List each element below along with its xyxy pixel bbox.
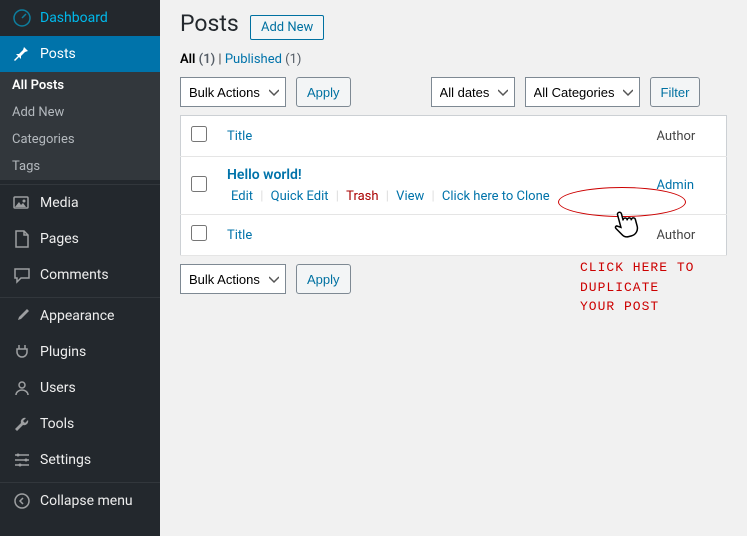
column-title-label-foot: Title xyxy=(227,228,252,243)
sidebar-item-label: Posts xyxy=(40,46,76,62)
column-author-header[interactable]: Author xyxy=(647,116,727,157)
select-all-checkbox[interactable] xyxy=(191,126,207,142)
annotation-line2: YOUR POST xyxy=(580,297,747,317)
filter-published-label: Published xyxy=(225,52,282,67)
tablenav-top: Bulk Actions Apply All dates All Categor… xyxy=(180,77,727,107)
sidebar-item-label: Collapse menu xyxy=(40,493,133,509)
posts-submenu: All Posts Add New Categories Tags xyxy=(0,72,160,180)
trash-link[interactable]: Trash xyxy=(342,189,382,204)
filter-all-count: (1) xyxy=(199,52,216,67)
sidebar-item-label: Dashboard xyxy=(40,10,108,26)
media-icon xyxy=(12,193,32,213)
users-icon xyxy=(12,378,32,398)
sidebar-item-users[interactable]: Users xyxy=(0,370,160,406)
submenu-tags[interactable]: Tags xyxy=(0,153,160,180)
post-title-link[interactable]: Hello world! xyxy=(227,167,302,183)
apply-button-top[interactable]: Apply xyxy=(296,77,351,107)
sidebar-item-posts[interactable]: Posts xyxy=(0,36,160,72)
bulk-actions-select-bottom[interactable]: Bulk Actions xyxy=(180,264,286,294)
sidebar-item-label: Comments xyxy=(40,267,109,283)
submenu-categories[interactable]: Categories xyxy=(0,126,160,153)
column-title-label: Title xyxy=(227,129,252,144)
dashboard-icon xyxy=(12,8,32,28)
annotation-line1: CLICK HERE TO DUPLICATE xyxy=(580,258,747,297)
column-author-foot: Author xyxy=(647,215,727,256)
sidebar-item-label: Appearance xyxy=(40,308,114,324)
sidebar-item-tools[interactable]: Tools xyxy=(0,406,160,442)
view-link[interactable]: View xyxy=(392,189,428,204)
sidebar-item-settings[interactable]: Settings xyxy=(0,442,160,478)
status-filters: All (1) | Published (1) xyxy=(180,52,727,67)
comment-icon xyxy=(12,265,32,285)
pin-icon xyxy=(12,44,32,64)
sidebar-item-label: Pages xyxy=(40,231,79,247)
row-checkbox[interactable] xyxy=(191,176,207,192)
sidebar-item-comments[interactable]: Comments xyxy=(0,257,160,293)
category-filter-select[interactable]: All Categories xyxy=(525,77,640,107)
bulk-actions-select[interactable]: Bulk Actions xyxy=(180,77,286,107)
sidebar-item-appearance[interactable]: Appearance xyxy=(0,298,160,334)
plug-icon xyxy=(12,342,32,362)
table-row: Hello world! Edit | Quick Edit | Trash |… xyxy=(181,157,727,215)
add-new-button[interactable]: Add New xyxy=(250,15,324,40)
date-filter-select[interactable]: All dates xyxy=(431,77,515,107)
filter-button[interactable]: Filter xyxy=(650,77,701,107)
row-actions: Edit | Quick Edit | Trash | View | Click… xyxy=(227,189,637,204)
admin-sidebar: Dashboard Posts All Posts Add New Catego… xyxy=(0,0,160,536)
column-title-header[interactable]: Title xyxy=(217,116,647,157)
main-content: Posts Add New All (1) | Published (1) Bu… xyxy=(160,0,747,536)
sidebar-item-label: Plugins xyxy=(40,344,86,360)
sidebar-item-label: Tools xyxy=(40,416,74,432)
wrench-icon xyxy=(12,414,32,434)
page-icon xyxy=(12,229,32,249)
filter-published-count: (1) xyxy=(285,52,301,67)
clone-link[interactable]: Click here to Clone xyxy=(438,189,554,204)
filter-all-label: All xyxy=(180,52,195,67)
quick-edit-link[interactable]: Quick Edit xyxy=(267,189,333,204)
sidebar-item-pages[interactable]: Pages xyxy=(0,221,160,257)
sliders-icon xyxy=(12,450,32,470)
page-title: Posts xyxy=(180,10,239,37)
sidebar-item-plugins[interactable]: Plugins xyxy=(0,334,160,370)
filter-all[interactable]: All (1) xyxy=(180,52,215,67)
apply-button-bottom[interactable]: Apply xyxy=(296,264,351,294)
sidebar-item-label: Media xyxy=(40,195,79,211)
sidebar-item-label: Users xyxy=(40,380,76,396)
annotation-text: CLICK HERE TO DUPLICATE YOUR POST xyxy=(580,258,747,317)
author-link[interactable]: Admin xyxy=(657,178,695,193)
sidebar-item-media[interactable]: Media xyxy=(0,185,160,221)
collapse-icon xyxy=(12,491,32,511)
sidebar-item-collapse[interactable]: Collapse menu xyxy=(0,483,160,519)
brush-icon xyxy=(12,306,32,326)
submenu-add-new[interactable]: Add New xyxy=(0,99,160,126)
sidebar-item-label: Settings xyxy=(40,452,91,468)
submenu-all-posts[interactable]: All Posts xyxy=(0,72,160,99)
filter-published[interactable]: Published (1) xyxy=(225,52,302,67)
sidebar-item-dashboard[interactable]: Dashboard xyxy=(0,0,160,36)
select-all-header xyxy=(181,116,218,157)
select-all-checkbox-foot[interactable] xyxy=(191,225,207,241)
edit-link[interactable]: Edit xyxy=(227,189,257,204)
posts-table: Title Author Hello world! Edit | Quick E… xyxy=(180,115,727,256)
